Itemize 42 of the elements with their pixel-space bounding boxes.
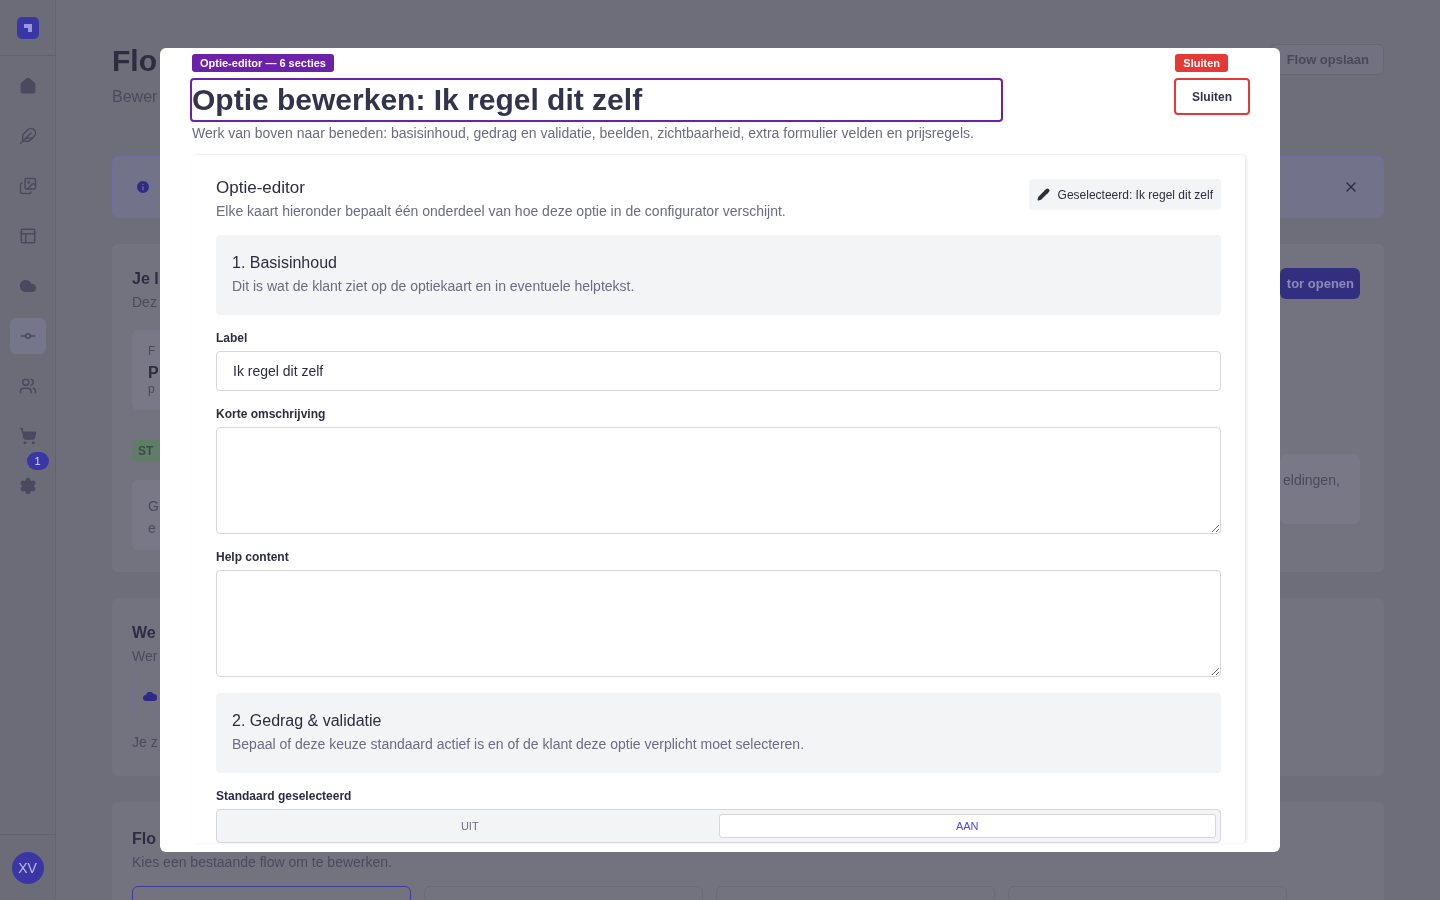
page-title: Flo (112, 44, 158, 78)
field-label: Standaard geselecteerd (216, 789, 353, 803)
user-avatar[interactable]: XV (11, 851, 44, 884)
section-title: 2. Gedrag & validatie (232, 711, 383, 731)
section-description: Dit is wat de klant ziet op de optiekaart en in eventuele helptekst. (232, 278, 636, 294)
cloud-icon (18, 277, 37, 295)
card-title: Je l (132, 269, 160, 289)
editor-description: Elke kaart hieronder bepaalt één onderdeel van hoe deze optie in de configurator verschijnt. (216, 203, 786, 219)
field-label: Korte omschrijving (216, 407, 327, 421)
flow-name: P (148, 364, 160, 382)
pencil-icon (1036, 188, 1050, 201)
section-description: Bepaal of deze keuze standaard actief is en of de klant deze optie verplicht moet selecteren. (232, 736, 806, 752)
dialog-title: Optie bewerken: Ik regel dit zelf (190, 78, 1003, 122)
notification-badge: 1 (26, 452, 49, 470)
dialog-subtitle: Werk van boven naar beneden: basisinhoud, gedrag en validatie, beelden, zichtbaarheid, extra formulier velden en prijsregels. (191, 125, 975, 141)
settings-icon (18, 477, 37, 495)
field-label: Label (216, 331, 249, 345)
section-title: 1. Basisinhoud (232, 253, 338, 273)
users-icon (18, 377, 37, 395)
pill-text: Geselecteerd: Ik regel dit zelf (1057, 187, 1213, 202)
text-area[interactable] (216, 427, 1221, 534)
feather-icon (18, 127, 37, 145)
text-area[interactable] (216, 570, 1221, 677)
cloud-icon (143, 692, 157, 701)
label-input[interactable]: Ik regel dit zelf (216, 351, 1221, 391)
open-editor-button[interactable]: tor openen (1280, 268, 1360, 299)
layout-icon (18, 227, 37, 245)
nav-item[interactable] (9, 318, 46, 354)
info-icon (135, 179, 151, 195)
toggle-option[interactable]: AAN (718, 814, 1216, 838)
close-tag: Sluiten (1175, 54, 1228, 72)
toggle-option[interactable]: UIT (221, 814, 719, 838)
section-count-tag: Optie-editor — 6 secties (192, 54, 334, 72)
images-icon (18, 177, 37, 195)
card-title: Flo (132, 829, 156, 849)
logo-icon (16, 16, 39, 39)
card-title: We (132, 623, 157, 643)
home-icon (18, 77, 37, 95)
cart-icon (18, 427, 37, 445)
field-label: Help content (216, 550, 290, 564)
editor-title: Optie-editor (216, 177, 306, 199)
close-button[interactable]: Sluiten (1174, 78, 1250, 115)
